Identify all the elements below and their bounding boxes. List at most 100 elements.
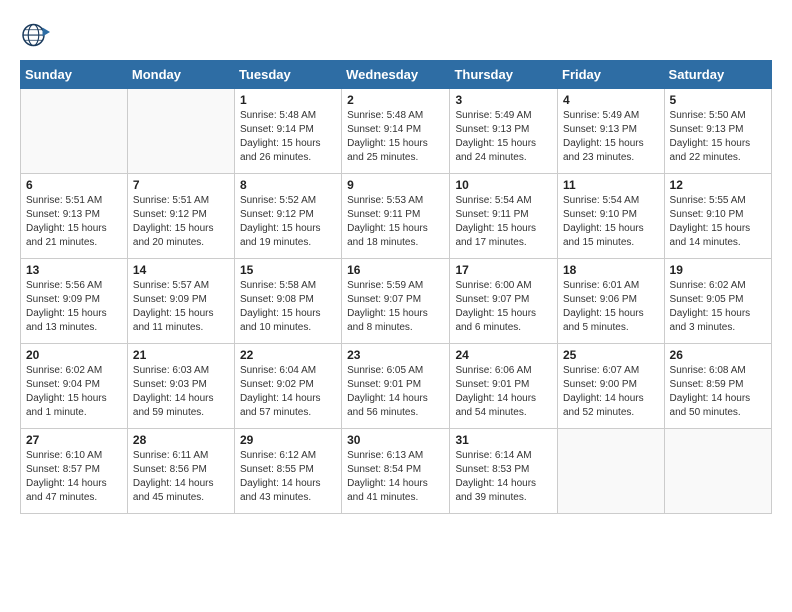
day-info: Sunrise: 5:51 AMSunset: 9:13 PMDaylight:… [26, 194, 122, 250]
week-row-2: 6 Sunrise: 5:51 AMSunset: 9:13 PMDaylight… [21, 174, 772, 259]
day-info: Sunrise: 6:07 AMSunset: 9:00 PMDaylight:… [563, 364, 659, 420]
day-info: Sunrise: 6:10 AMSunset: 8:57 PMDaylight:… [26, 449, 122, 505]
day-number: 25 [563, 348, 659, 362]
day-info: Sunrise: 6:08 AMSunset: 8:59 PMDaylight:… [670, 364, 766, 420]
day-info: Sunrise: 6:02 AMSunset: 9:05 PMDaylight:… [670, 279, 766, 335]
calendar-cell: 31Sunrise: 6:14 AMSunset: 8:53 PMDayligh… [450, 429, 558, 514]
day-number: 17 [455, 263, 552, 277]
day-number: 15 [240, 263, 336, 277]
day-number: 9 [347, 178, 444, 192]
calendar-cell: 18 Sunrise: 6:01 AMSunset: 9:06 PMDayligh… [558, 259, 665, 344]
day-number: 29 [240, 433, 336, 447]
day-number: 4 [563, 93, 659, 107]
logo-icon [20, 20, 50, 50]
calendar-cell: 1 Sunrise: 5:48 AMSunset: 9:14 PMDaylight… [234, 89, 341, 174]
day-info: Sunrise: 6:05 AMSunset: 9:01 PMDaylight:… [347, 364, 444, 420]
calendar-cell: 5 Sunrise: 5:50 AMSunset: 9:13 PMDaylight… [664, 89, 771, 174]
calendar-cell: 30 Sunrise: 6:13 AMSunset: 8:54 PMDayligh… [342, 429, 450, 514]
day-info: Sunrise: 5:58 AMSunset: 9:08 PMDaylight:… [240, 279, 336, 335]
day-number: 6 [26, 178, 122, 192]
day-info: Sunrise: 6:00 AMSunset: 9:07 PMDaylight:… [455, 279, 552, 335]
day-number: 24 [455, 348, 552, 362]
day-info: Sunrise: 5:48 AMSunset: 9:14 PMDaylight:… [240, 109, 336, 165]
day-number: 28 [133, 433, 229, 447]
day-info: Sunrise: 6:13 AMSunset: 8:54 PMDaylight:… [347, 449, 444, 505]
week-row-3: 13 Sunrise: 5:56 AMSunset: 9:09 PMDayligh… [21, 259, 772, 344]
day-number: 11 [563, 178, 659, 192]
day-number: 26 [670, 348, 766, 362]
day-number: 19 [670, 263, 766, 277]
weekday-header-sunday: Sunday [21, 61, 128, 89]
day-info: Sunrise: 5:57 AMSunset: 9:09 PMDaylight:… [133, 279, 229, 335]
weekday-header-thursday: Thursday [450, 61, 558, 89]
week-row-1: 1 Sunrise: 5:48 AMSunset: 9:14 PMDaylight… [21, 89, 772, 174]
day-info: Sunrise: 5:56 AMSunset: 9:09 PMDaylight:… [26, 279, 122, 335]
weekday-header-row: SundayMondayTuesdayWednesdayThursdayFrid… [21, 61, 772, 89]
logo [20, 20, 55, 50]
day-number: 10 [455, 178, 552, 192]
calendar-cell: 10 Sunrise: 5:54 AMSunset: 9:11 PMDayligh… [450, 174, 558, 259]
weekday-header-saturday: Saturday [664, 61, 771, 89]
day-number: 20 [26, 348, 122, 362]
calendar-cell: 8Sunrise: 5:52 AMSunset: 9:12 PMDaylight… [234, 174, 341, 259]
calendar-cell: 2Sunrise: 5:48 AMSunset: 9:14 PMDaylight… [342, 89, 450, 174]
calendar-table: SundayMondayTuesdayWednesdayThursdayFrid… [20, 60, 772, 514]
calendar-cell: 29 Sunrise: 6:12 AMSunset: 8:55 PMDayligh… [234, 429, 341, 514]
day-info: Sunrise: 5:50 AMSunset: 9:13 PMDaylight:… [670, 109, 766, 165]
day-number: 12 [670, 178, 766, 192]
calendar-cell: 16 Sunrise: 5:59 AMSunset: 9:07 PMDayligh… [342, 259, 450, 344]
day-info: Sunrise: 5:55 AMSunset: 9:10 PMDaylight:… [670, 194, 766, 250]
calendar-cell [21, 89, 128, 174]
day-number: 1 [240, 93, 336, 107]
day-info: Sunrise: 5:53 AMSunset: 9:11 PMDaylight:… [347, 194, 444, 250]
calendar-cell: 17 Sunrise: 6:00 AMSunset: 9:07 PMDayligh… [450, 259, 558, 344]
day-number: 7 [133, 178, 229, 192]
calendar-cell: 25 Sunrise: 6:07 AMSunset: 9:00 PMDayligh… [558, 344, 665, 429]
day-number: 18 [563, 263, 659, 277]
day-number: 23 [347, 348, 444, 362]
day-number: 21 [133, 348, 229, 362]
day-info: Sunrise: 5:49 AMSunset: 9:13 PMDaylight:… [455, 109, 552, 165]
day-info: Sunrise: 5:54 AMSunset: 9:11 PMDaylight:… [455, 194, 552, 250]
day-info: Sunrise: 5:59 AMSunset: 9:07 PMDaylight:… [347, 279, 444, 335]
day-info: Sunrise: 5:51 AMSunset: 9:12 PMDaylight:… [133, 194, 229, 250]
page-header [20, 20, 772, 50]
calendar-cell: 12 Sunrise: 5:55 AMSunset: 9:10 PMDayligh… [664, 174, 771, 259]
calendar-cell [558, 429, 665, 514]
week-row-4: 20Sunrise: 6:02 AMSunset: 9:04 PMDayligh… [21, 344, 772, 429]
calendar-cell [127, 89, 234, 174]
calendar-cell: 7 Sunrise: 5:51 AMSunset: 9:12 PMDaylight… [127, 174, 234, 259]
day-number: 13 [26, 263, 122, 277]
day-number: 22 [240, 348, 336, 362]
day-info: Sunrise: 6:14 AMSunset: 8:53 PMDaylight:… [455, 449, 552, 505]
day-info: Sunrise: 6:04 AMSunset: 9:02 PMDaylight:… [240, 364, 336, 420]
calendar-cell: 14 Sunrise: 5:57 AMSunset: 9:09 PMDayligh… [127, 259, 234, 344]
calendar-cell: 21 Sunrise: 6:03 AMSunset: 9:03 PMDayligh… [127, 344, 234, 429]
day-info: Sunrise: 6:01 AMSunset: 9:06 PMDaylight:… [563, 279, 659, 335]
day-number: 16 [347, 263, 444, 277]
day-number: 14 [133, 263, 229, 277]
day-number: 2 [347, 93, 444, 107]
day-info: Sunrise: 6:06 AMSunset: 9:01 PMDaylight:… [455, 364, 552, 420]
day-number: 3 [455, 93, 552, 107]
day-number: 5 [670, 93, 766, 107]
calendar-cell: 19 Sunrise: 6:02 AMSunset: 9:05 PMDayligh… [664, 259, 771, 344]
day-info: Sunrise: 6:12 AMSunset: 8:55 PMDaylight:… [240, 449, 336, 505]
day-info: Sunrise: 6:03 AMSunset: 9:03 PMDaylight:… [133, 364, 229, 420]
weekday-header-wednesday: Wednesday [342, 61, 450, 89]
weekday-header-friday: Friday [558, 61, 665, 89]
day-info: Sunrise: 5:49 AMSunset: 9:13 PMDaylight:… [563, 109, 659, 165]
calendar-cell: 4 Sunrise: 5:49 AMSunset: 9:13 PMDaylight… [558, 89, 665, 174]
calendar-cell: 15 Sunrise: 5:58 AMSunset: 9:08 PMDayligh… [234, 259, 341, 344]
calendar-cell: 27Sunrise: 6:10 AMSunset: 8:57 PMDayligh… [21, 429, 128, 514]
calendar-cell: 9 Sunrise: 5:53 AMSunset: 9:11 PMDaylight… [342, 174, 450, 259]
calendar-cell: 13 Sunrise: 5:56 AMSunset: 9:09 PMDayligh… [21, 259, 128, 344]
calendar-cell: 28Sunrise: 6:11 AMSunset: 8:56 PMDayligh… [127, 429, 234, 514]
calendar-cell: 26 Sunrise: 6:08 AMSunset: 8:59 PMDayligh… [664, 344, 771, 429]
calendar-cell: 11Sunrise: 5:54 AMSunset: 9:10 PMDayligh… [558, 174, 665, 259]
day-info: Sunrise: 5:52 AMSunset: 9:12 PMDaylight:… [240, 194, 336, 250]
calendar-cell: 22 Sunrise: 6:04 AMSunset: 9:02 PMDayligh… [234, 344, 341, 429]
day-number: 30 [347, 433, 444, 447]
week-row-5: 27Sunrise: 6:10 AMSunset: 8:57 PMDayligh… [21, 429, 772, 514]
calendar-cell: 23 Sunrise: 6:05 AMSunset: 9:01 PMDayligh… [342, 344, 450, 429]
